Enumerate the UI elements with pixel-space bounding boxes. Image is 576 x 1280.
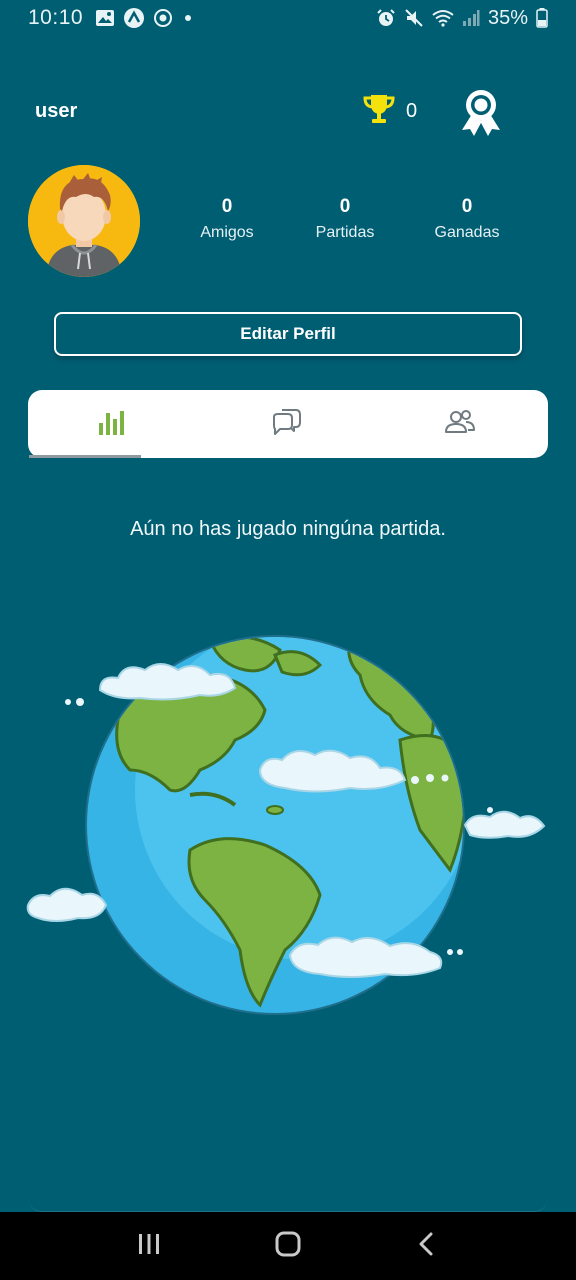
recent-apps-icon	[136, 1231, 162, 1262]
chat-bubbles-icon	[270, 407, 302, 442]
stat-value: 0	[221, 196, 233, 217]
empty-state-message: Aún no has jugado ningúna partida.	[130, 518, 446, 540]
edit-profile-button[interactable]: Editar Perfil	[54, 312, 522, 356]
alarm-icon	[376, 8, 396, 28]
stat-value: 0	[339, 196, 351, 217]
achievements-button[interactable]	[458, 88, 504, 138]
status-left: 10:10	[28, 6, 192, 30]
profile-header: user 0	[0, 88, 576, 136]
battery-percent: 35%	[487, 6, 528, 29]
content-card-bottom	[28, 1040, 548, 1212]
username: user	[35, 100, 78, 122]
active-tab-indicator	[29, 455, 141, 458]
system-nav-bar	[0, 1212, 576, 1280]
stat-label: Amigos	[200, 224, 254, 241]
wifi-icon	[432, 9, 454, 27]
earth-globe-illustration	[20, 620, 560, 1040]
stat-value: 0	[461, 196, 473, 217]
users-icon	[444, 408, 476, 441]
stat-matches[interactable]: 0 Partidas	[290, 196, 400, 242]
trophy-count: 0	[406, 100, 418, 122]
signal-icon	[462, 9, 480, 27]
trophy-icon	[362, 92, 396, 131]
recent-apps-button[interactable]	[119, 1216, 179, 1276]
bar-chart-icon	[97, 407, 127, 442]
tab-stats[interactable]	[56, 390, 168, 458]
back-icon	[415, 1231, 439, 1262]
award-ribbon-icon	[458, 90, 504, 142]
app-icon	[123, 7, 145, 29]
battery-icon	[536, 8, 548, 28]
back-button[interactable]	[397, 1216, 457, 1276]
home-button[interactable]	[258, 1216, 318, 1276]
trophy-counter[interactable]: 0	[362, 92, 417, 131]
home-icon	[274, 1230, 302, 1263]
mute-icon	[404, 8, 424, 28]
image-icon	[95, 9, 115, 27]
tab-chat[interactable]	[230, 390, 342, 458]
stat-friends[interactable]: 0 Amigos	[172, 196, 282, 242]
status-time: 10:10	[28, 6, 84, 29]
profile-tabs	[28, 390, 548, 458]
stat-wins[interactable]: 0 Ganadas	[412, 196, 522, 242]
target-icon	[153, 8, 173, 28]
status-right: 35%	[376, 7, 548, 30]
tab-friends[interactable]	[404, 390, 516, 458]
stat-label: Partidas	[315, 224, 375, 241]
notification-dot	[185, 15, 192, 21]
profile-stats: 0 Amigos 0 Partidas 0 Ganadas	[0, 196, 576, 256]
stat-label: Ganadas	[434, 224, 500, 241]
status-bar: 10:10 35%	[0, 0, 576, 36]
